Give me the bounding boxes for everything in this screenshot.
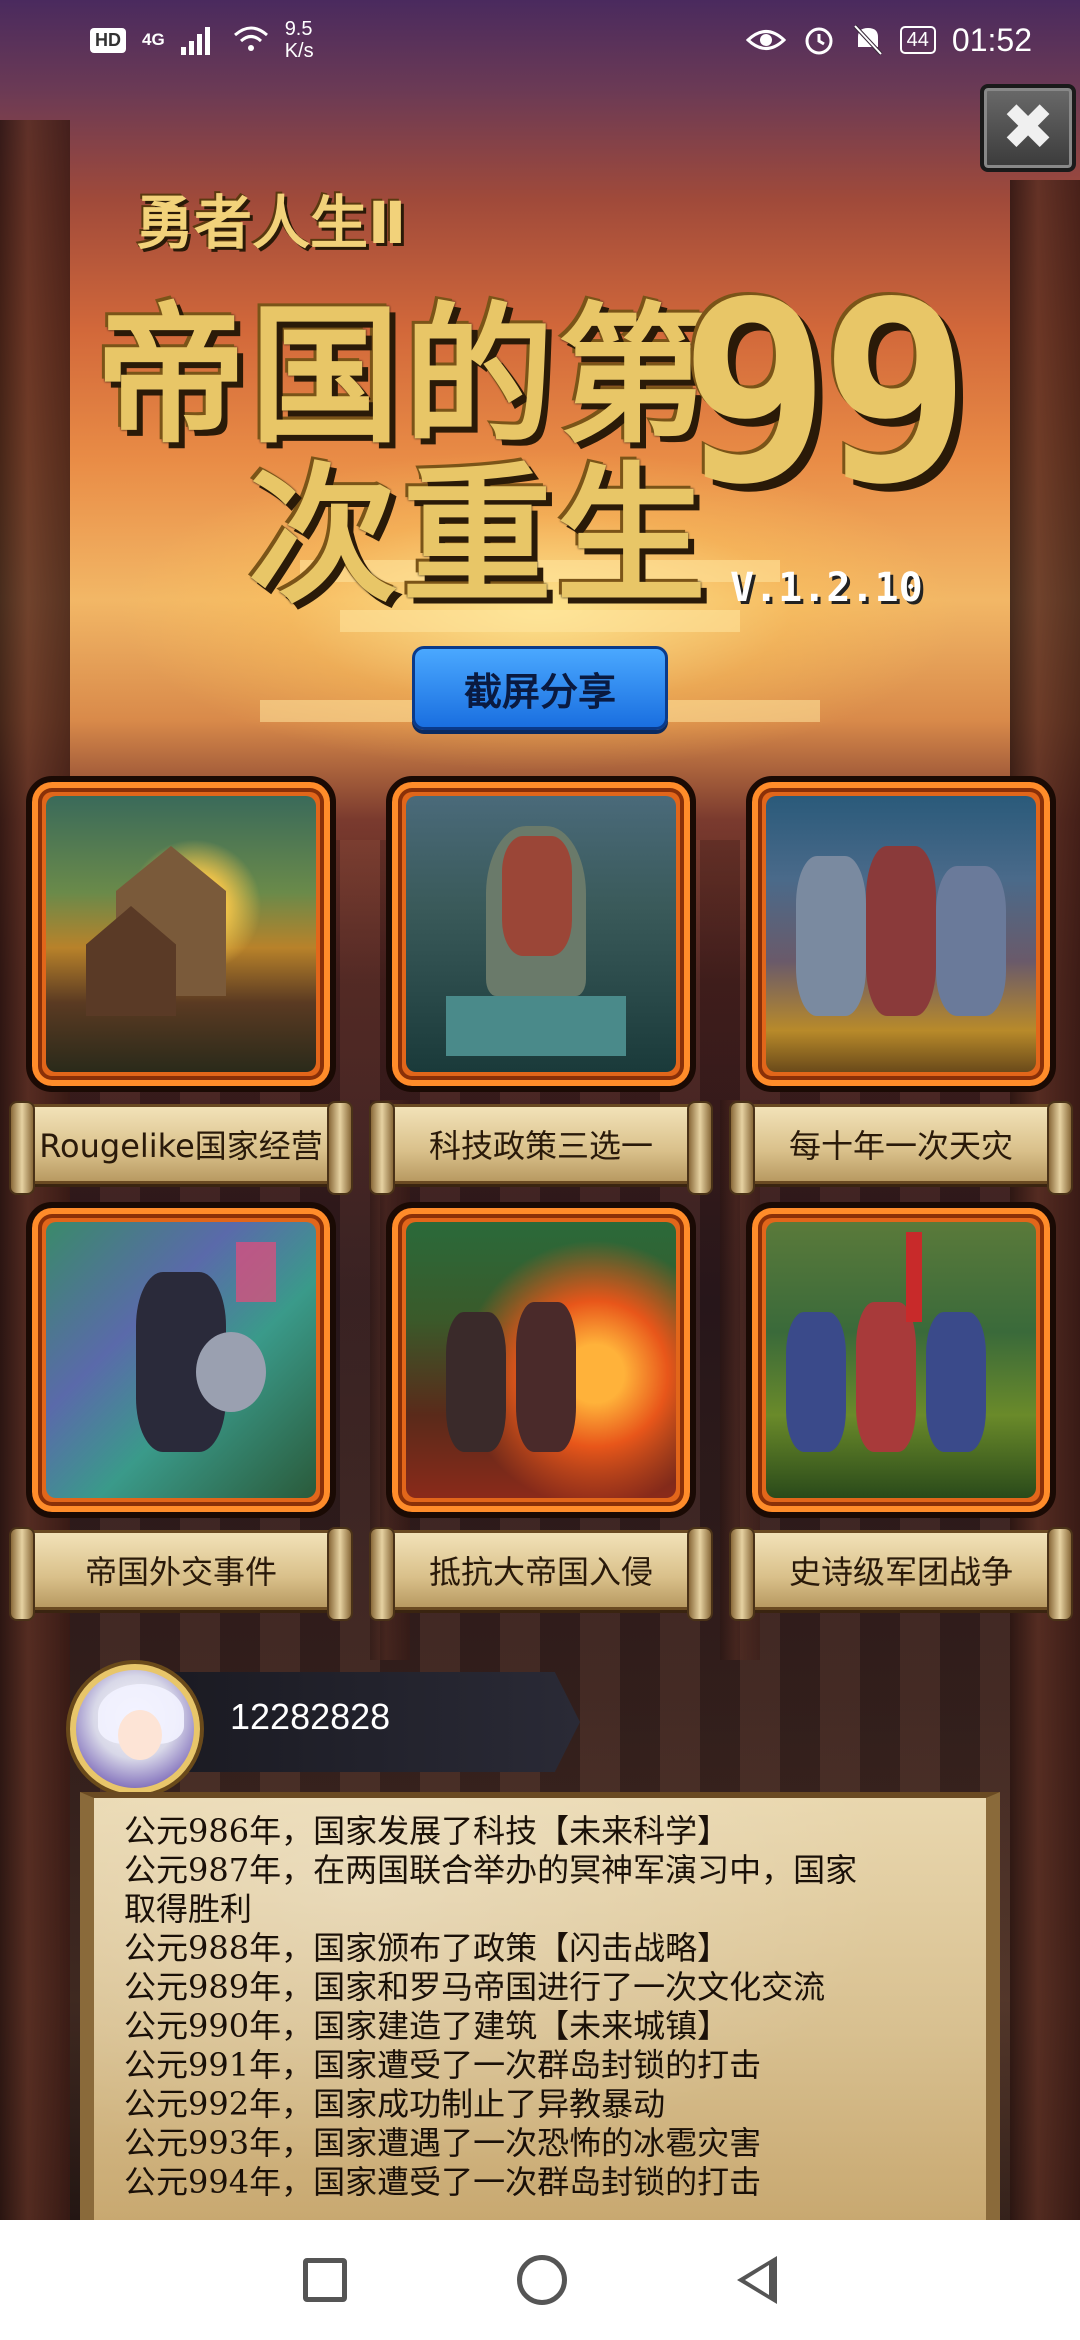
village-art xyxy=(46,796,316,1072)
feature-frame xyxy=(26,776,336,1092)
log-entry: 公元994年，国家遭受了一次群岛封锁的打击 xyxy=(124,2163,762,2201)
log-entry: 公元991年，国家遭受了一次群岛封锁的打击 xyxy=(124,2046,762,2084)
background-pillar xyxy=(1010,180,1080,2220)
log-entry: 公元988年，国家颁布了政策【闪击战略】 xyxy=(124,1929,730,1967)
player-info: 12282828 xyxy=(70,1664,590,1794)
feature-label: 科技政策三选一 xyxy=(369,1101,713,1195)
system-nav-bar xyxy=(0,2220,1080,2340)
recent-apps-icon[interactable] xyxy=(303,2258,347,2302)
game-subtitle: 勇者人生Ⅱ xyxy=(136,189,407,257)
log-entry: 公元992年，国家成功制止了异教暴动 xyxy=(124,2085,666,2123)
feature-card[interactable]: 每十年一次天灾 xyxy=(729,776,1073,1195)
home-icon[interactable] xyxy=(517,2255,567,2305)
network-type: 4G xyxy=(142,30,165,49)
feature-frame xyxy=(386,776,696,1092)
network-speed: 9.5 K/s xyxy=(285,18,314,62)
army-art xyxy=(766,1222,1036,1498)
feature-card[interactable]: Rougelike国家经营 xyxy=(9,776,353,1195)
avatar-face xyxy=(118,1710,162,1760)
hd-badge: HD xyxy=(90,27,126,53)
feature-card[interactable]: 抵抗大帝国入侵 xyxy=(369,1202,713,1621)
signal-icon xyxy=(180,27,210,55)
log-entry: 公元987年，在两国联合举办的冥神军演习中，国家 xyxy=(124,1851,858,1889)
log-entry: 公元989年，国家和罗马帝国进行了一次文化交流 xyxy=(124,1968,826,2006)
log-entry: 取得胜利 xyxy=(124,1890,253,1928)
feature-label: Rougelike国家经营 xyxy=(9,1101,353,1195)
alarm-icon xyxy=(805,27,833,55)
feature-label: 帝国外交事件 xyxy=(9,1527,353,1621)
mute-icon xyxy=(853,24,883,56)
player-id: 12282828 xyxy=(230,1696,391,1737)
feature-label: 每十年一次天灾 xyxy=(729,1101,1073,1195)
game-title-line2: 次重生 xyxy=(248,450,711,624)
feature-label: 史诗级军团战争 xyxy=(729,1527,1073,1621)
warrior-art xyxy=(46,1222,316,1498)
feature-card[interactable]: 史诗级军团战争 xyxy=(729,1202,1073,1621)
clock: 01:52 xyxy=(951,21,1032,58)
feature-frame xyxy=(746,1202,1056,1518)
knights-art xyxy=(766,796,1036,1072)
battery-indicator: 44 xyxy=(899,26,936,54)
feature-card[interactable]: 科技政策三选一 xyxy=(369,776,713,1195)
statue-art xyxy=(406,796,676,1072)
log-entry: 公元993年，国家遭遇了一次恐怖的冰雹灾害 xyxy=(124,2124,762,2162)
version-label: V.1.2.10 xyxy=(730,565,923,611)
fire-art xyxy=(406,1222,676,1498)
feature-card[interactable]: 帝国外交事件 xyxy=(9,1202,353,1621)
log-entry: 公元990年，国家建造了建筑【未来城镇】 xyxy=(124,2007,730,2045)
close-icon: ✖ xyxy=(1001,91,1055,165)
event-log[interactable]: 公元986年，国家发展了科技【未来科学】 公元987年，在两国联合举办的冥神军演… xyxy=(80,1792,1000,2222)
avatar[interactable] xyxy=(70,1664,200,1794)
feature-frame xyxy=(26,1202,336,1518)
eye-icon xyxy=(745,30,786,50)
feature-frame xyxy=(746,776,1056,1092)
close-button[interactable]: ✖ xyxy=(980,84,1076,172)
speed-unit: K/s xyxy=(284,40,314,62)
screenshot-share-button[interactable]: 截屏分享 xyxy=(412,646,668,730)
status-bar: HD 4G 9.5 K/s 44 01:52 xyxy=(0,0,1080,80)
game-title-number: 99 xyxy=(680,247,971,538)
log-entry: 公元986年，国家发展了科技【未来科学】 xyxy=(124,1812,730,1850)
feature-label: 抵抗大帝国入侵 xyxy=(369,1527,713,1621)
feature-frame xyxy=(386,1202,696,1518)
wifi-icon xyxy=(233,26,268,51)
back-icon[interactable] xyxy=(737,2256,777,2304)
speed-value: 9.5 xyxy=(284,18,313,40)
